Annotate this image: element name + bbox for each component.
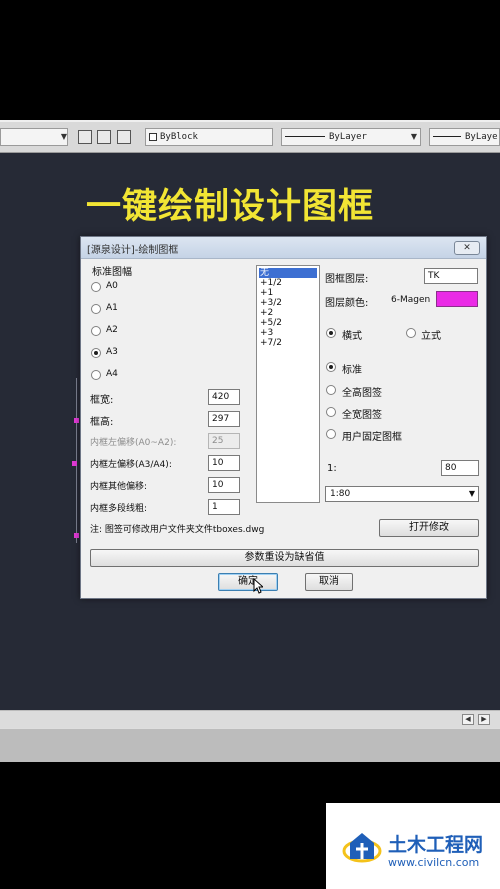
radio-a4-label: A4: [106, 369, 118, 379]
watermark-title: 土木工程网: [388, 834, 484, 856]
layer-color-swatch[interactable]: [436, 291, 478, 307]
frame-height-label: 框高:: [90, 417, 114, 428]
radio-title-full-width-label: 全宽图签: [342, 410, 382, 421]
list-item[interactable]: +7/2: [259, 338, 317, 348]
layer-label: 图框图层:: [325, 274, 369, 285]
lineweight-swatch: [433, 136, 461, 137]
radio-title-full-height-label: 全高图签: [342, 388, 382, 399]
radio-a0[interactable]: [91, 282, 101, 292]
linetype-dropdown-label: ByLayer: [329, 132, 367, 142]
layer-state-icon[interactable]: [78, 130, 92, 144]
scale-select[interactable]: 1:80 ▼: [325, 486, 479, 502]
inner-left-offset-a3a4-label: 内框左偏移(A3/A4):: [90, 460, 172, 470]
polyline-width-field[interactable]: 1: [208, 499, 240, 515]
scale-field[interactable]: 80: [441, 460, 479, 476]
inner-other-offset-field[interactable]: 10: [208, 477, 240, 493]
scale-label: 1:: [327, 463, 337, 474]
close-button[interactable]: ✕: [454, 241, 480, 255]
layer-color-value: 6-Magen: [391, 295, 431, 305]
radio-title-user-fixed-label: 用户固定图框: [342, 432, 402, 443]
inner-other-offset-label: 内框其他偏移:: [90, 482, 148, 492]
color-swatch-icon: [149, 132, 157, 141]
list-item[interactable]: 无: [259, 268, 317, 278]
scroll-right-icon[interactable]: ▶: [478, 714, 490, 725]
chevron-down-icon: ▼: [468, 489, 475, 498]
list-item[interactable]: +1: [259, 288, 317, 298]
inner-left-offset-a0a2-label: 内框左偏移(A0~A2):: [90, 438, 177, 448]
status-bar: ◀ ▶: [0, 710, 500, 728]
radio-portrait-label: 立式: [421, 331, 441, 342]
cancel-button[interactable]: 取消: [305, 573, 353, 591]
radio-title-standard-label: 标准: [342, 365, 362, 376]
inner-left-offset-a0a2-field: 25: [208, 433, 240, 449]
dialog-title: [源泉设计]-绘制图框: [87, 245, 179, 256]
dialog-titlebar[interactable]: [源泉设计]-绘制图框 ✕: [81, 237, 486, 259]
list-item[interactable]: +3: [259, 328, 317, 338]
headline-text: 一键绘制设计图框: [86, 187, 375, 227]
note-text: 注: 图签可修改用户文件夹文件tboxes.dwg: [90, 525, 265, 535]
radio-portrait[interactable]: [406, 328, 416, 338]
close-icon: ✕: [463, 243, 471, 253]
site-logo-icon: [342, 833, 382, 863]
radio-a2-label: A2: [106, 325, 118, 335]
layer-color-label: 图层颜色:: [325, 298, 369, 309]
extension-listbox[interactable]: 无 +1/2 +1 +3/2 +2 +5/2 +3 +7/2: [256, 265, 320, 503]
layer-iso-icon[interactable]: [117, 130, 131, 144]
polyline-width-label: 内框多段线粗:: [90, 504, 148, 514]
list-item[interactable]: +2: [259, 308, 317, 318]
radio-a3-label: A3: [106, 347, 118, 357]
grip-marker[interactable]: [74, 533, 79, 538]
list-item[interactable]: +1/2: [259, 278, 317, 288]
frame-width-field[interactable]: 420: [208, 389, 240, 405]
radio-a2[interactable]: [91, 326, 101, 336]
radio-landscape-label: 横式: [342, 331, 362, 342]
radio-title-full-width[interactable]: [326, 407, 336, 417]
radio-a0-label: A0: [106, 281, 118, 291]
scale-select-value: 1:80: [330, 489, 351, 499]
grip-marker[interactable]: [72, 461, 77, 466]
mouse-cursor-icon: [253, 578, 263, 594]
layer-previous-icon[interactable]: [97, 130, 111, 144]
radio-a1[interactable]: [91, 304, 101, 314]
chevron-down-icon[interactable]: ▼: [408, 128, 420, 146]
radio-title-user-fixed[interactable]: [326, 429, 336, 439]
paper-group-label: 标准图幅: [92, 267, 132, 278]
grip-marker[interactable]: [74, 418, 79, 423]
radio-landscape[interactable]: [326, 328, 336, 338]
lineweight-dropdown-label: ByLaye: [465, 132, 498, 142]
radio-a1-label: A1: [106, 303, 118, 313]
radio-title-standard[interactable]: [326, 362, 336, 372]
top-black-area: [0, 0, 500, 120]
reset-defaults-button[interactable]: 参数重设为缺省值: [90, 549, 479, 567]
chevron-down-icon[interactable]: ▼: [58, 128, 70, 146]
ok-button[interactable]: 确定: [218, 573, 278, 591]
draw-frame-dialog: [源泉设计]-绘制图框 ✕ 标准图幅 A0 A1 A2 A3 A4 框宽: 42…: [80, 236, 487, 599]
color-dropdown[interactable]: ByBlock: [145, 128, 273, 146]
frame-width-label: 框宽:: [90, 395, 114, 406]
color-dropdown-label: ByBlock: [160, 132, 198, 142]
frame-height-field[interactable]: 297: [208, 411, 240, 427]
properties-toolbar: ▼ ByBlock ByLayer ▼ ByLaye: [0, 120, 500, 153]
open-edit-button[interactable]: 打开修改: [379, 519, 479, 537]
radio-title-full-height[interactable]: [326, 385, 336, 395]
lineweight-dropdown[interactable]: ByLaye: [429, 128, 500, 146]
inner-left-offset-a3a4-field[interactable]: 10: [208, 455, 240, 471]
radio-a4[interactable]: [91, 370, 101, 380]
list-item[interactable]: +5/2: [259, 318, 317, 328]
list-item[interactable]: +3/2: [259, 298, 317, 308]
site-watermark: 土木工程网 www.civilcn.com: [326, 803, 500, 889]
command-area: [0, 728, 500, 762]
radio-a3[interactable]: [91, 348, 101, 358]
scroll-left-icon[interactable]: ◀: [462, 714, 474, 725]
linetype-swatch: [285, 136, 325, 137]
watermark-url: www.civilcn.com: [388, 856, 480, 869]
linetype-dropdown[interactable]: ByLayer: [281, 128, 421, 146]
layer-field[interactable]: TK: [424, 268, 478, 284]
